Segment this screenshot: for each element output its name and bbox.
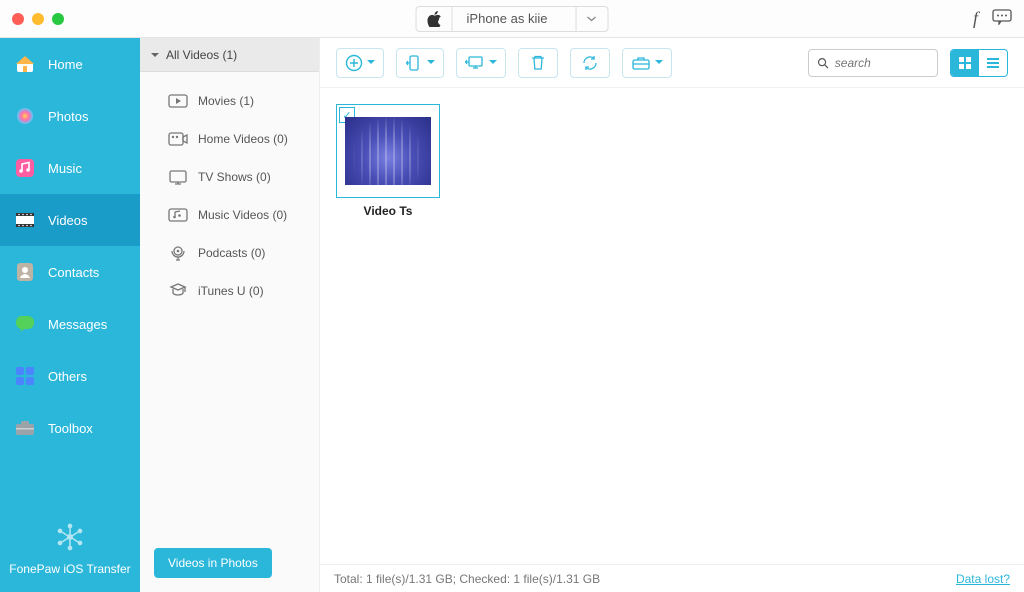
category-item[interactable]: Music Videos (0) (140, 196, 319, 234)
music-icon (14, 157, 36, 179)
window-controls (12, 13, 64, 25)
category-item[interactable]: TV Shows (0) (140, 158, 319, 196)
search-box[interactable] (808, 49, 938, 77)
category-item[interactable]: Podcasts (0) (140, 234, 319, 272)
category-item[interactable]: Home Videos (0) (140, 120, 319, 158)
view-toggle (950, 49, 1008, 77)
chevron-down-icon (427, 58, 435, 68)
sidebar-item-photos[interactable]: Photos (0, 90, 140, 142)
category-icon (168, 205, 188, 225)
grid-icon (958, 56, 972, 70)
device-picker[interactable]: iPhone as kiie (416, 6, 609, 32)
brand-label: FonePaw iOS Transfer (9, 562, 130, 576)
facebook-icon[interactable]: f (973, 8, 978, 29)
search-icon (817, 56, 829, 70)
content-grid: ✓Video Ts (320, 88, 1024, 564)
home-icon (14, 53, 36, 75)
sidebar-item-others[interactable]: Others (0, 350, 140, 402)
sidebar-item-label: Videos (48, 213, 88, 228)
delete-button[interactable] (518, 48, 558, 78)
grid-view-button[interactable] (951, 50, 979, 76)
sidebar-item-videos[interactable]: Videos (0, 194, 140, 246)
category-icon (168, 129, 188, 149)
category-item-label: Podcasts (0) (198, 246, 265, 260)
category-item-label: TV Shows (0) (198, 170, 271, 184)
export-to-device-button[interactable] (396, 48, 444, 78)
brand-logo-icon (53, 520, 87, 554)
feedback-icon[interactable] (992, 9, 1012, 28)
pc-export-icon (465, 54, 485, 72)
sidebar-item-label: Home (48, 57, 83, 72)
chevron-down-icon (367, 58, 375, 68)
category-item-label: Music Videos (0) (198, 208, 287, 222)
category-item[interactable]: Movies (1) (140, 82, 319, 120)
refresh-icon (581, 54, 599, 72)
briefcase-icon (631, 55, 651, 71)
sidebar-item-label: Photos (48, 109, 88, 124)
chevron-down-icon (489, 58, 497, 68)
category-item-label: iTunes U (0) (198, 284, 264, 298)
trash-icon (530, 54, 546, 72)
thumbnail-label: Video Ts (336, 204, 440, 218)
list-view-button[interactable] (979, 50, 1007, 76)
others-icon (14, 365, 36, 387)
titlebar: iPhone as kiie f (0, 0, 1024, 38)
sidebar-item-label: Music (48, 161, 82, 176)
toolbar (320, 38, 1024, 88)
device-dropdown-icon[interactable] (575, 7, 607, 31)
sidebar-item-label: Others (48, 369, 87, 384)
category-column: All Videos (1) Movies (1) Home Videos (0)… (140, 38, 320, 592)
sidebar-item-contacts[interactable]: Contacts (0, 246, 140, 298)
add-button[interactable] (336, 48, 384, 78)
sidebar-item-label: Toolbox (48, 421, 93, 436)
category-item[interactable]: iTunes U (0) (140, 272, 319, 310)
sidebar-item-toolbox[interactable]: Toolbox (0, 402, 140, 454)
main-area: ✓Video Ts Total: 1 file(s)/1.31 GB; Chec… (320, 38, 1024, 592)
sidebar-item-messages[interactable]: Messages (0, 298, 140, 350)
videos-in-photos-button[interactable]: Videos in Photos (154, 548, 272, 578)
data-lost-link[interactable]: Data lost? (956, 572, 1010, 586)
sidebar-item-home[interactable]: Home (0, 38, 140, 90)
toolbox-button[interactable] (622, 48, 672, 78)
zoom-window-button[interactable] (52, 13, 64, 25)
list-icon (986, 56, 1000, 70)
collapse-icon (150, 50, 160, 60)
sidebar-item-music[interactable]: Music (0, 142, 140, 194)
chevron-down-icon (655, 58, 663, 68)
category-header[interactable]: All Videos (1) (140, 38, 319, 72)
refresh-button[interactable] (570, 48, 610, 78)
thumbnail-image (345, 117, 431, 185)
contacts-icon (14, 261, 36, 283)
category-icon (168, 167, 188, 187)
close-window-button[interactable] (12, 13, 24, 25)
device-name: iPhone as kiie (453, 11, 576, 26)
category-header-label: All Videos (1) (166, 48, 237, 62)
photos-icon (14, 105, 36, 127)
sidebar-item-label: Messages (48, 317, 107, 332)
minimize-window-button[interactable] (32, 13, 44, 25)
main-sidebar: Home Photos Music Videos Contacts Messages Oth… (0, 38, 140, 592)
videos-icon (14, 209, 36, 231)
category-item-label: Home Videos (0) (198, 132, 288, 146)
export-to-pc-button[interactable] (456, 48, 506, 78)
sidebar-item-label: Contacts (48, 265, 99, 280)
plus-circle-icon (345, 54, 363, 72)
status-text: Total: 1 file(s)/1.31 GB; Checked: 1 fil… (334, 572, 600, 586)
apple-logo-icon (417, 7, 453, 31)
brand-footer: FonePaw iOS Transfer (0, 520, 140, 592)
messages-icon (14, 313, 36, 335)
category-icon (168, 91, 188, 111)
toolbox-icon (14, 417, 36, 439)
search-input[interactable] (835, 56, 929, 70)
status-bar: Total: 1 file(s)/1.31 GB; Checked: 1 fil… (320, 564, 1024, 592)
category-icon (168, 281, 188, 301)
category-icon (168, 243, 188, 263)
phone-export-icon (405, 54, 423, 72)
video-thumbnail[interactable]: ✓Video Ts (336, 104, 440, 218)
category-item-label: Movies (1) (198, 94, 254, 108)
